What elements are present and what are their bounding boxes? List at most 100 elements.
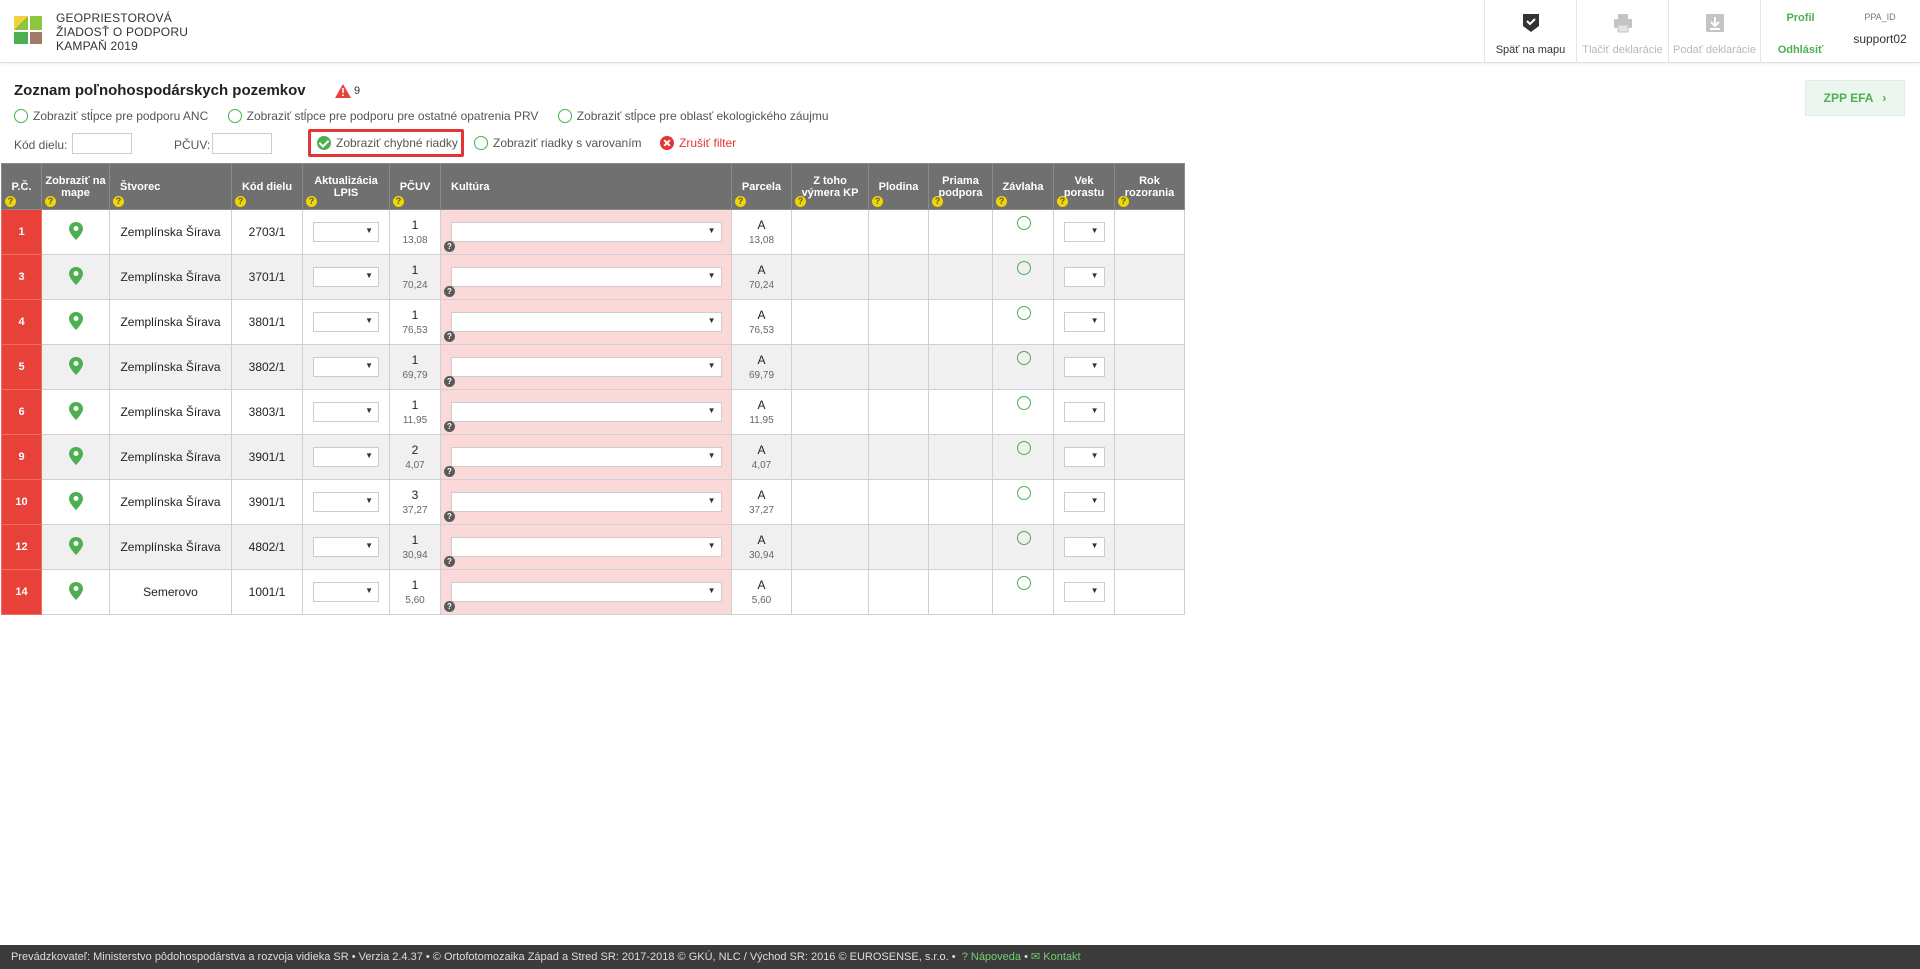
help-icon[interactable]: ?: [1118, 196, 1129, 207]
map-pin-icon[interactable]: [68, 356, 83, 375]
kultura-select[interactable]: [450, 537, 722, 557]
col-zavlaha[interactable]: Závlaha?: [992, 163, 1054, 210]
help-icon[interactable]: ?: [5, 196, 16, 207]
vek-porastu-select[interactable]: [1063, 447, 1105, 467]
show-on-map-cell[interactable]: [41, 389, 110, 435]
help-icon[interactable]: ?: [444, 556, 455, 567]
priama-podpora-cell[interactable]: [928, 434, 993, 480]
priama-podpora-cell[interactable]: [928, 254, 993, 300]
vek-porastu-select[interactable]: [1063, 357, 1105, 377]
map-pin-icon[interactable]: [68, 536, 83, 555]
irrigation-toggle[interactable]: [1017, 396, 1031, 410]
kultura-select[interactable]: [450, 492, 722, 512]
col-lpis[interactable]: Aktualizácia LPIS?: [302, 163, 390, 210]
show-on-map-cell[interactable]: [41, 479, 110, 525]
plodina-cell[interactable]: [868, 209, 929, 255]
plodina-cell[interactable]: [868, 254, 929, 300]
priama-podpora-cell[interactable]: [928, 389, 993, 435]
table-row[interactable]: 6 Zemplínska Šírava3803/1 111,95? A11,95: [1, 389, 1185, 435]
col-rok[interactable]: Rok rozorania?: [1114, 163, 1185, 210]
help-icon[interactable]: ?: [306, 196, 317, 207]
rok-rozorania-cell[interactable]: [1114, 479, 1185, 525]
priama-podpora-cell[interactable]: [928, 344, 993, 390]
vymera-kp-cell[interactable]: [791, 479, 869, 525]
col-map[interactable]: Zobraziť na mape?: [41, 163, 110, 210]
show-on-map-cell[interactable]: [41, 299, 110, 345]
map-pin-icon[interactable]: [68, 311, 83, 330]
submit-declaration-button[interactable]: Podať deklarácie: [1668, 0, 1760, 63]
help-icon[interactable]: ?: [444, 511, 455, 522]
show-on-map-cell[interactable]: [41, 344, 110, 390]
error-rows-filter[interactable]: Zobraziť chybné riadky: [308, 129, 464, 157]
contact-link[interactable]: ✉ Kontakt: [1031, 951, 1081, 963]
map-pin-icon[interactable]: [68, 221, 83, 240]
print-declaration-button[interactable]: Tlačiť deklarácie: [1576, 0, 1668, 63]
table-row[interactable]: 14 Semerovo1001/1 15,60? A5,60: [1, 569, 1185, 615]
help-icon[interactable]: ?: [444, 331, 455, 342]
map-pin-icon[interactable]: [68, 266, 83, 285]
irrigation-toggle[interactable]: [1017, 486, 1031, 500]
show-on-map-cell[interactable]: [41, 254, 110, 300]
table-row[interactable]: 5 Zemplínska Šírava3802/1 169,79? A69,79: [1, 344, 1185, 390]
help-icon[interactable]: ?: [235, 196, 246, 207]
rok-rozorania-cell[interactable]: [1114, 569, 1185, 615]
map-pin-icon[interactable]: [68, 401, 83, 420]
irrigation-toggle[interactable]: [1017, 351, 1031, 365]
vymera-kp-cell[interactable]: [791, 389, 869, 435]
irrigation-toggle[interactable]: [1017, 531, 1031, 545]
table-row[interactable]: 4 Zemplínska Šírava3801/1 176,53? A76,53: [1, 299, 1185, 345]
table-row[interactable]: 3 Zemplínska Šírava3701/1 170,24? A70,24: [1, 254, 1185, 300]
vymera-kp-cell[interactable]: [791, 569, 869, 615]
col-priama[interactable]: Priama podpora?: [928, 163, 993, 210]
plodina-cell[interactable]: [868, 389, 929, 435]
vek-porastu-select[interactable]: [1063, 492, 1105, 512]
vek-porastu-select[interactable]: [1063, 582, 1105, 602]
col-kod-dielu[interactable]: Kód dielu?: [231, 163, 303, 210]
kultura-select[interactable]: [450, 357, 722, 377]
warning-rows-filter[interactable]: Zobraziť riadky s varovaním: [474, 136, 642, 150]
lpis-select[interactable]: [313, 357, 379, 377]
lpis-select[interactable]: [313, 492, 379, 512]
help-icon[interactable]: ?: [1057, 196, 1068, 207]
help-icon[interactable]: ?: [444, 466, 455, 477]
col-pcuv[interactable]: PČUV?: [389, 163, 441, 210]
rok-rozorania-cell[interactable]: [1114, 209, 1185, 255]
priama-podpora-cell[interactable]: [928, 299, 993, 345]
help-icon[interactable]: ?: [932, 196, 943, 207]
kultura-select[interactable]: [450, 267, 722, 287]
col-vek[interactable]: Vek porastu?: [1053, 163, 1115, 210]
vek-porastu-select[interactable]: [1063, 537, 1105, 557]
vymera-kp-cell[interactable]: [791, 299, 869, 345]
priama-podpora-cell[interactable]: [928, 209, 993, 255]
map-pin-icon[interactable]: [68, 446, 83, 465]
kultura-select[interactable]: [450, 582, 722, 602]
lpis-select[interactable]: [313, 222, 379, 242]
help-icon[interactable]: ?: [444, 286, 455, 297]
rok-rozorania-cell[interactable]: [1114, 299, 1185, 345]
lpis-select[interactable]: [313, 447, 379, 467]
plodina-cell[interactable]: [868, 524, 929, 570]
vek-porastu-select[interactable]: [1063, 267, 1105, 287]
col-vymera-kp[interactable]: Z toho výmera KP?: [791, 163, 869, 210]
help-icon[interactable]: ?: [444, 421, 455, 432]
table-row[interactable]: 10 Zemplínska Šírava3901/1 337,27? A37,27: [1, 479, 1185, 525]
col-parcela[interactable]: Parcela?: [731, 163, 792, 210]
vymera-kp-cell[interactable]: [791, 524, 869, 570]
show-on-map-cell[interactable]: [41, 209, 110, 255]
irrigation-toggle[interactable]: [1017, 441, 1031, 455]
plodina-cell[interactable]: [868, 479, 929, 525]
irrigation-toggle[interactable]: [1017, 576, 1031, 590]
back-to-map-button[interactable]: Späť na mapu: [1484, 0, 1576, 63]
toggle-anc[interactable]: Zobraziť stĺpce pre podporu ANC: [14, 109, 208, 124]
toggle-efa[interactable]: Zobraziť stĺpce pre oblasť ekologického …: [557, 109, 829, 124]
zpp-efa-button[interactable]: ZPP EFA ›: [1805, 80, 1905, 116]
lpis-select[interactable]: [313, 312, 379, 332]
vymera-kp-cell[interactable]: [791, 254, 869, 300]
help-icon[interactable]: ?: [444, 601, 455, 612]
help-icon[interactable]: ?: [872, 196, 883, 207]
kultura-select[interactable]: [450, 402, 722, 422]
col-pc[interactable]: P.Č.?: [1, 163, 42, 210]
kultura-select[interactable]: [450, 312, 722, 332]
plodina-cell[interactable]: [868, 569, 929, 615]
irrigation-toggle[interactable]: [1017, 261, 1031, 275]
